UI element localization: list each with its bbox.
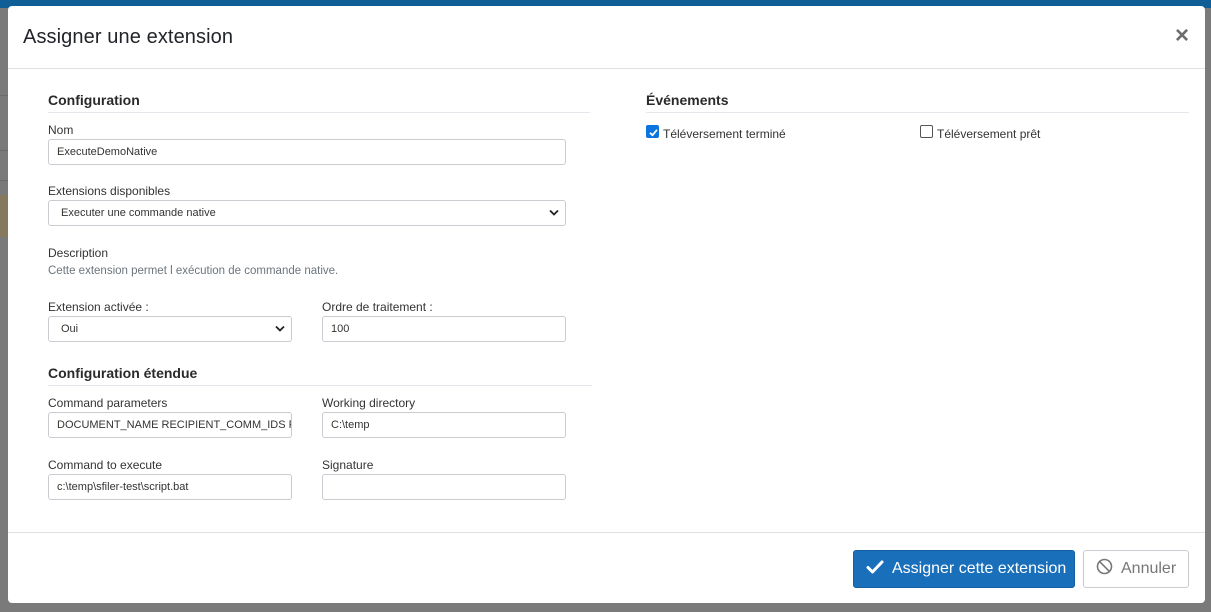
enabled-select[interactable]: Oui <box>48 316 292 342</box>
modal-header: Assigner une extension × <box>8 6 1205 69</box>
ban-icon <box>1096 558 1113 580</box>
event-checkbox-upload-complete[interactable] <box>646 125 659 138</box>
description-text: Cette extension permet l exécution de co… <box>48 265 339 277</box>
enabled-selected-value: Oui <box>61 323 79 335</box>
cancel-button[interactable]: Annuler <box>1083 550 1189 588</box>
extensions-select[interactable]: Executer une commande native <box>48 200 566 226</box>
order-input[interactable]: 100 <box>322 316 566 342</box>
section-divider <box>48 112 590 113</box>
working-dir-input[interactable]: C:\temp <box>322 412 566 438</box>
assign-extension-button[interactable]: Assigner cette extension <box>853 550 1075 588</box>
command-input[interactable]: c:\temp\sfiler-test\script.bat <box>48 474 292 500</box>
background-divider <box>0 150 8 151</box>
command-params-label: Command parameters <box>48 396 168 410</box>
chevron-down-icon <box>275 325 285 333</box>
configuration-section-title: Configuration <box>48 92 140 108</box>
background-divider <box>0 95 8 96</box>
modal-title: Assigner une extension <box>23 26 234 48</box>
signature-input[interactable] <box>322 474 566 500</box>
background-divider <box>0 180 8 181</box>
name-input[interactable]: ExecuteDemoNative <box>48 139 566 165</box>
check-icon <box>866 559 884 580</box>
description-label: Description <box>48 246 109 260</box>
event-checkbox-upload-ready[interactable] <box>920 125 933 138</box>
extended-section-title: Configuration étendue <box>48 365 198 381</box>
enabled-label: Extension activée : <box>48 300 149 314</box>
event-label-upload-ready[interactable]: Téléversement prêt <box>937 127 1040 141</box>
chevron-down-icon <box>549 209 559 217</box>
extensions-label: Extensions disponibles <box>48 184 171 198</box>
section-divider <box>48 385 592 386</box>
assign-extension-label: Assigner cette extension <box>892 560 1067 577</box>
check-icon <box>649 129 658 137</box>
command-label: Command to execute <box>48 458 163 472</box>
assign-extension-modal: Assigner une extension × Configuration N… <box>8 6 1205 603</box>
order-label: Ordre de traitement : <box>322 300 433 314</box>
close-icon[interactable]: × <box>1175 24 1189 48</box>
working-dir-label: Working directory <box>322 396 416 410</box>
event-label-upload-complete[interactable]: Téléversement terminé <box>663 127 786 141</box>
command-params-input[interactable]: DOCUMENT_NAME RECIPIENT_COMM_IDS RECIPIE… <box>48 412 292 438</box>
extensions-selected-value: Executer une commande native <box>61 207 216 219</box>
section-divider <box>646 112 1189 113</box>
name-label: Nom <box>48 123 74 137</box>
events-section-title: Événements <box>646 92 729 108</box>
signature-label: Signature <box>322 458 374 472</box>
cancel-label: Annuler <box>1121 560 1177 577</box>
background-alert <box>0 195 8 237</box>
modal-footer: Assigner cette extension Annuler <box>8 532 1205 603</box>
